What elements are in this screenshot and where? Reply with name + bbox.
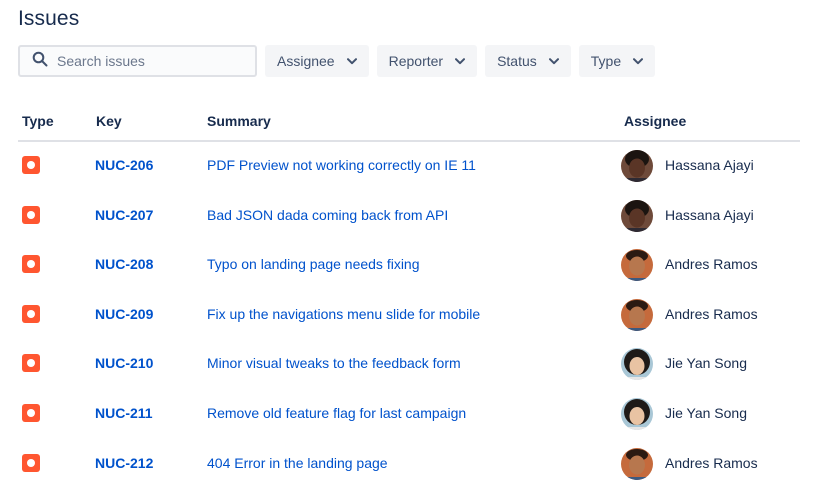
issue-key-link[interactable]: NUC-209 (95, 306, 153, 322)
filter-toolbar: Assignee Reporter Status Type (18, 45, 656, 77)
issue-key-link[interactable]: NUC-206 (95, 157, 153, 173)
bug-icon (22, 403, 40, 422)
column-header-type[interactable]: Type (22, 113, 54, 129)
assignee-name: Jie Yan Song (665, 355, 747, 372)
assignee-name: Andres Ramos (665, 305, 758, 322)
filter-label: Type (590, 53, 622, 69)
type-filter-button[interactable]: Type (578, 45, 656, 77)
table-row: NUC-209 Fix up the navigations menu slid… (18, 291, 800, 341)
avatar (621, 249, 653, 282)
assignee-name: Hassana Ajayi (665, 157, 754, 173)
search-box[interactable] (18, 45, 257, 77)
issue-key-link[interactable]: NUC-211 (95, 405, 153, 421)
table-row: NUC-212 404 Error in the landing page An… (18, 440, 800, 490)
table-row: NUC-206 PDF Preview not working correctl… (18, 142, 800, 192)
assignee-name: Jie Yan Song (665, 404, 747, 421)
issue-summary-link[interactable]: Remove old feature flag for last campaig… (207, 405, 466, 421)
search-icon (32, 51, 48, 72)
issue-key-link[interactable]: NUC-212 (95, 455, 153, 471)
table-header: Type Key Summary Assignee (18, 106, 800, 142)
assignee-name: Andres Ramos (665, 256, 758, 273)
issue-summary-link[interactable]: Fix up the navigations menu slide for mo… (207, 306, 480, 322)
bug-icon (22, 304, 40, 323)
search-input[interactable] (57, 53, 237, 69)
avatar (621, 348, 653, 381)
assignee-name: Hassana Ajayi (665, 206, 754, 223)
avatar (621, 447, 653, 480)
avatar (621, 298, 653, 331)
bug-icon (22, 205, 40, 224)
table-row: NUC-207 Bad JSON dada coming back from A… (18, 192, 800, 242)
issue-key-link[interactable]: NUC-208 (95, 256, 153, 272)
filter-label: Assignee (277, 53, 335, 69)
avatar (621, 397, 653, 430)
column-header-summary[interactable]: Summary (207, 113, 271, 129)
column-header-key[interactable]: Key (96, 113, 122, 129)
avatar (621, 199, 653, 232)
chevron-down-icon (548, 56, 559, 66)
table-row: NUC-208 Typo on landing page needs fixin… (18, 241, 800, 291)
issue-summary-link[interactable]: 404 Error in the landing page (207, 455, 388, 471)
issues-table: Type Key Summary Assignee NUC-206 PDF Pr… (18, 106, 800, 489)
bug-icon (22, 255, 40, 274)
bug-icon (22, 354, 40, 373)
page-title: Issues (18, 7, 80, 30)
assignee-name: Andres Ramos (665, 454, 758, 471)
filter-label: Status (497, 53, 537, 69)
issue-summary-link[interactable]: Typo on landing page needs fixing (207, 256, 420, 272)
avatar (621, 150, 653, 182)
filter-label: Reporter (388, 53, 444, 69)
issue-summary-link[interactable]: Minor visual tweaks to the feedback form (207, 355, 461, 371)
bug-icon (22, 156, 40, 174)
bug-icon (22, 453, 40, 472)
issue-key-link[interactable]: NUC-210 (95, 355, 153, 371)
issue-summary-link[interactable]: PDF Preview not working correctly on IE … (207, 157, 476, 173)
reporter-filter-button[interactable]: Reporter (376, 45, 478, 77)
issue-key-link[interactable]: NUC-207 (95, 207, 153, 223)
status-filter-button[interactable]: Status (485, 45, 571, 77)
assignee-filter-button[interactable]: Assignee (265, 45, 369, 77)
chevron-down-icon (633, 56, 644, 66)
chevron-down-icon (346, 56, 357, 66)
issue-summary-link[interactable]: Bad JSON dada coming back from API (207, 207, 448, 223)
table-row: NUC-211 Remove old feature flag for last… (18, 390, 800, 440)
column-header-assignee[interactable]: Assignee (624, 113, 686, 129)
chevron-down-icon (455, 56, 466, 66)
table-row: NUC-210 Minor visual tweaks to the feedb… (18, 340, 800, 390)
